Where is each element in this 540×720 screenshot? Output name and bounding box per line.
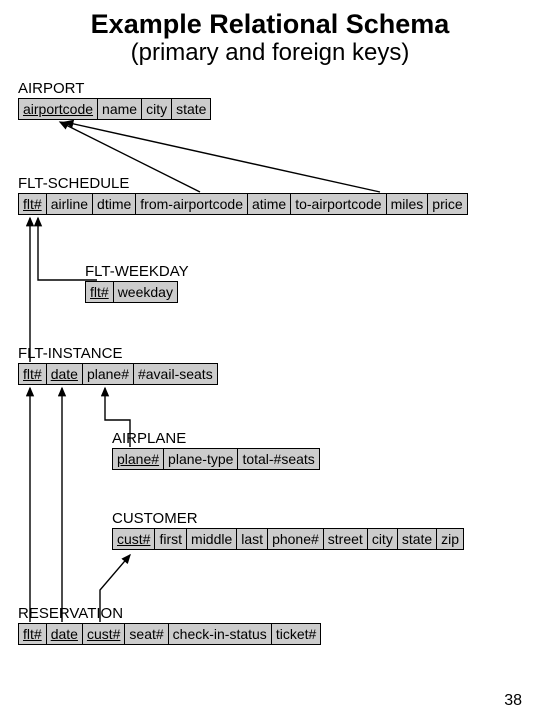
col-street: street (324, 529, 368, 549)
airport-table: airportcode name city state (18, 98, 211, 120)
fltschedule-table: flt# airline dtime from-airportcode atim… (18, 193, 468, 215)
col-name: name (98, 99, 142, 119)
col-cust: cust# (83, 624, 125, 644)
col-seat: seat# (125, 624, 168, 644)
page-number: 38 (504, 692, 522, 710)
col-state: state (172, 99, 210, 119)
col-seats: total-#seats (238, 449, 318, 469)
col-price: price (428, 194, 466, 214)
col-miles: miles (387, 194, 429, 214)
col-type: plane-type (164, 449, 238, 469)
col-middle: middle (187, 529, 237, 549)
reservation-label: RESERVATION (18, 605, 123, 622)
col-ticket: ticket# (272, 624, 320, 644)
reservation-table: flt# date cust# seat# check-in-status ti… (18, 623, 321, 645)
customer-label: CUSTOMER (112, 510, 198, 527)
fltweekday-table: flt# weekday (85, 281, 178, 303)
col-cust: cust# (113, 529, 155, 549)
fltinstance-label: FLT-INSTANCE (18, 345, 122, 362)
col-state: state (398, 529, 437, 549)
fltweekday-label: FLT-WEEKDAY (85, 263, 189, 280)
col-first: first (155, 529, 187, 549)
col-last: last (237, 529, 268, 549)
col-flt: flt# (86, 282, 114, 302)
page-title: Example Relational Schema (0, 0, 540, 40)
airplane-table: plane# plane-type total-#seats (112, 448, 320, 470)
col-dtime: dtime (93, 194, 136, 214)
col-city: city (368, 529, 398, 549)
col-date: date (47, 624, 83, 644)
col-airportcode: airportcode (19, 99, 98, 119)
col-phone: phone# (268, 529, 324, 549)
col-flt: flt# (19, 624, 47, 644)
col-to: to-airportcode (291, 194, 386, 214)
fltinstance-table: flt# date plane# #avail-seats (18, 363, 218, 385)
col-plane: plane# (83, 364, 134, 384)
page-subtitle: (primary and foreign keys) (0, 40, 540, 66)
col-city: city (142, 99, 172, 119)
col-checkin: check-in-status (169, 624, 272, 644)
col-flt: flt# (19, 364, 47, 384)
col-date: date (47, 364, 83, 384)
col-weekday: weekday (114, 282, 177, 302)
col-atime: atime (248, 194, 291, 214)
airport-label: AIRPORT (18, 80, 84, 97)
col-plane: plane# (113, 449, 164, 469)
col-from: from-airportcode (136, 194, 248, 214)
fltschedule-label: FLT-SCHEDULE (18, 175, 129, 192)
col-zip: zip (437, 529, 463, 549)
col-airline: airline (47, 194, 93, 214)
customer-table: cust# first middle last phone# street ci… (112, 528, 464, 550)
airplane-label: AIRPLANE (112, 430, 186, 447)
col-avail: #avail-seats (134, 364, 217, 384)
col-flt: flt# (19, 194, 47, 214)
